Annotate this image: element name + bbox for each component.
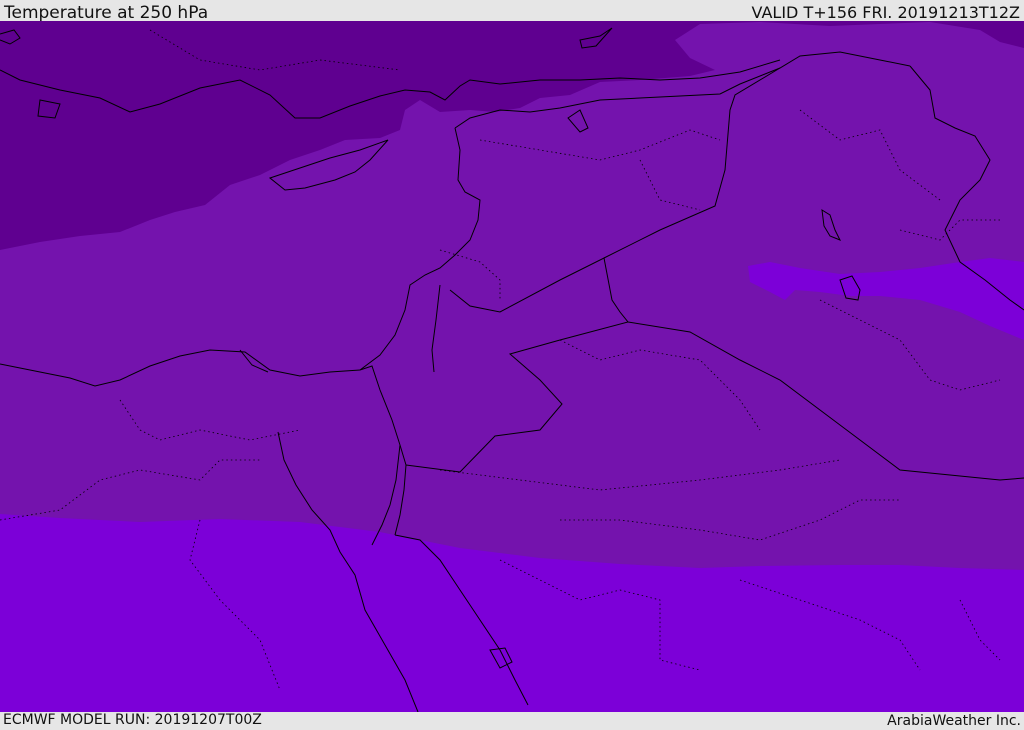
header-bar: Temperature at 250 hPa VALID T+156 FRI. … — [0, 0, 1024, 23]
weather-map[interactable] — [0, 21, 1024, 712]
map-canvas — [0, 21, 1024, 712]
footer-bar: ECMWF MODEL RUN: 20191207T00Z ArabiaWeat… — [0, 712, 1024, 729]
provider-credit: ArabiaWeather Inc. — [887, 713, 1021, 729]
model-run-label: ECMWF MODEL RUN: 20191207T00Z — [3, 712, 262, 728]
valid-time: VALID T+156 FRI. 20191213T12Z — [751, 3, 1020, 22]
map-title: Temperature at 250 hPa — [4, 3, 209, 23]
